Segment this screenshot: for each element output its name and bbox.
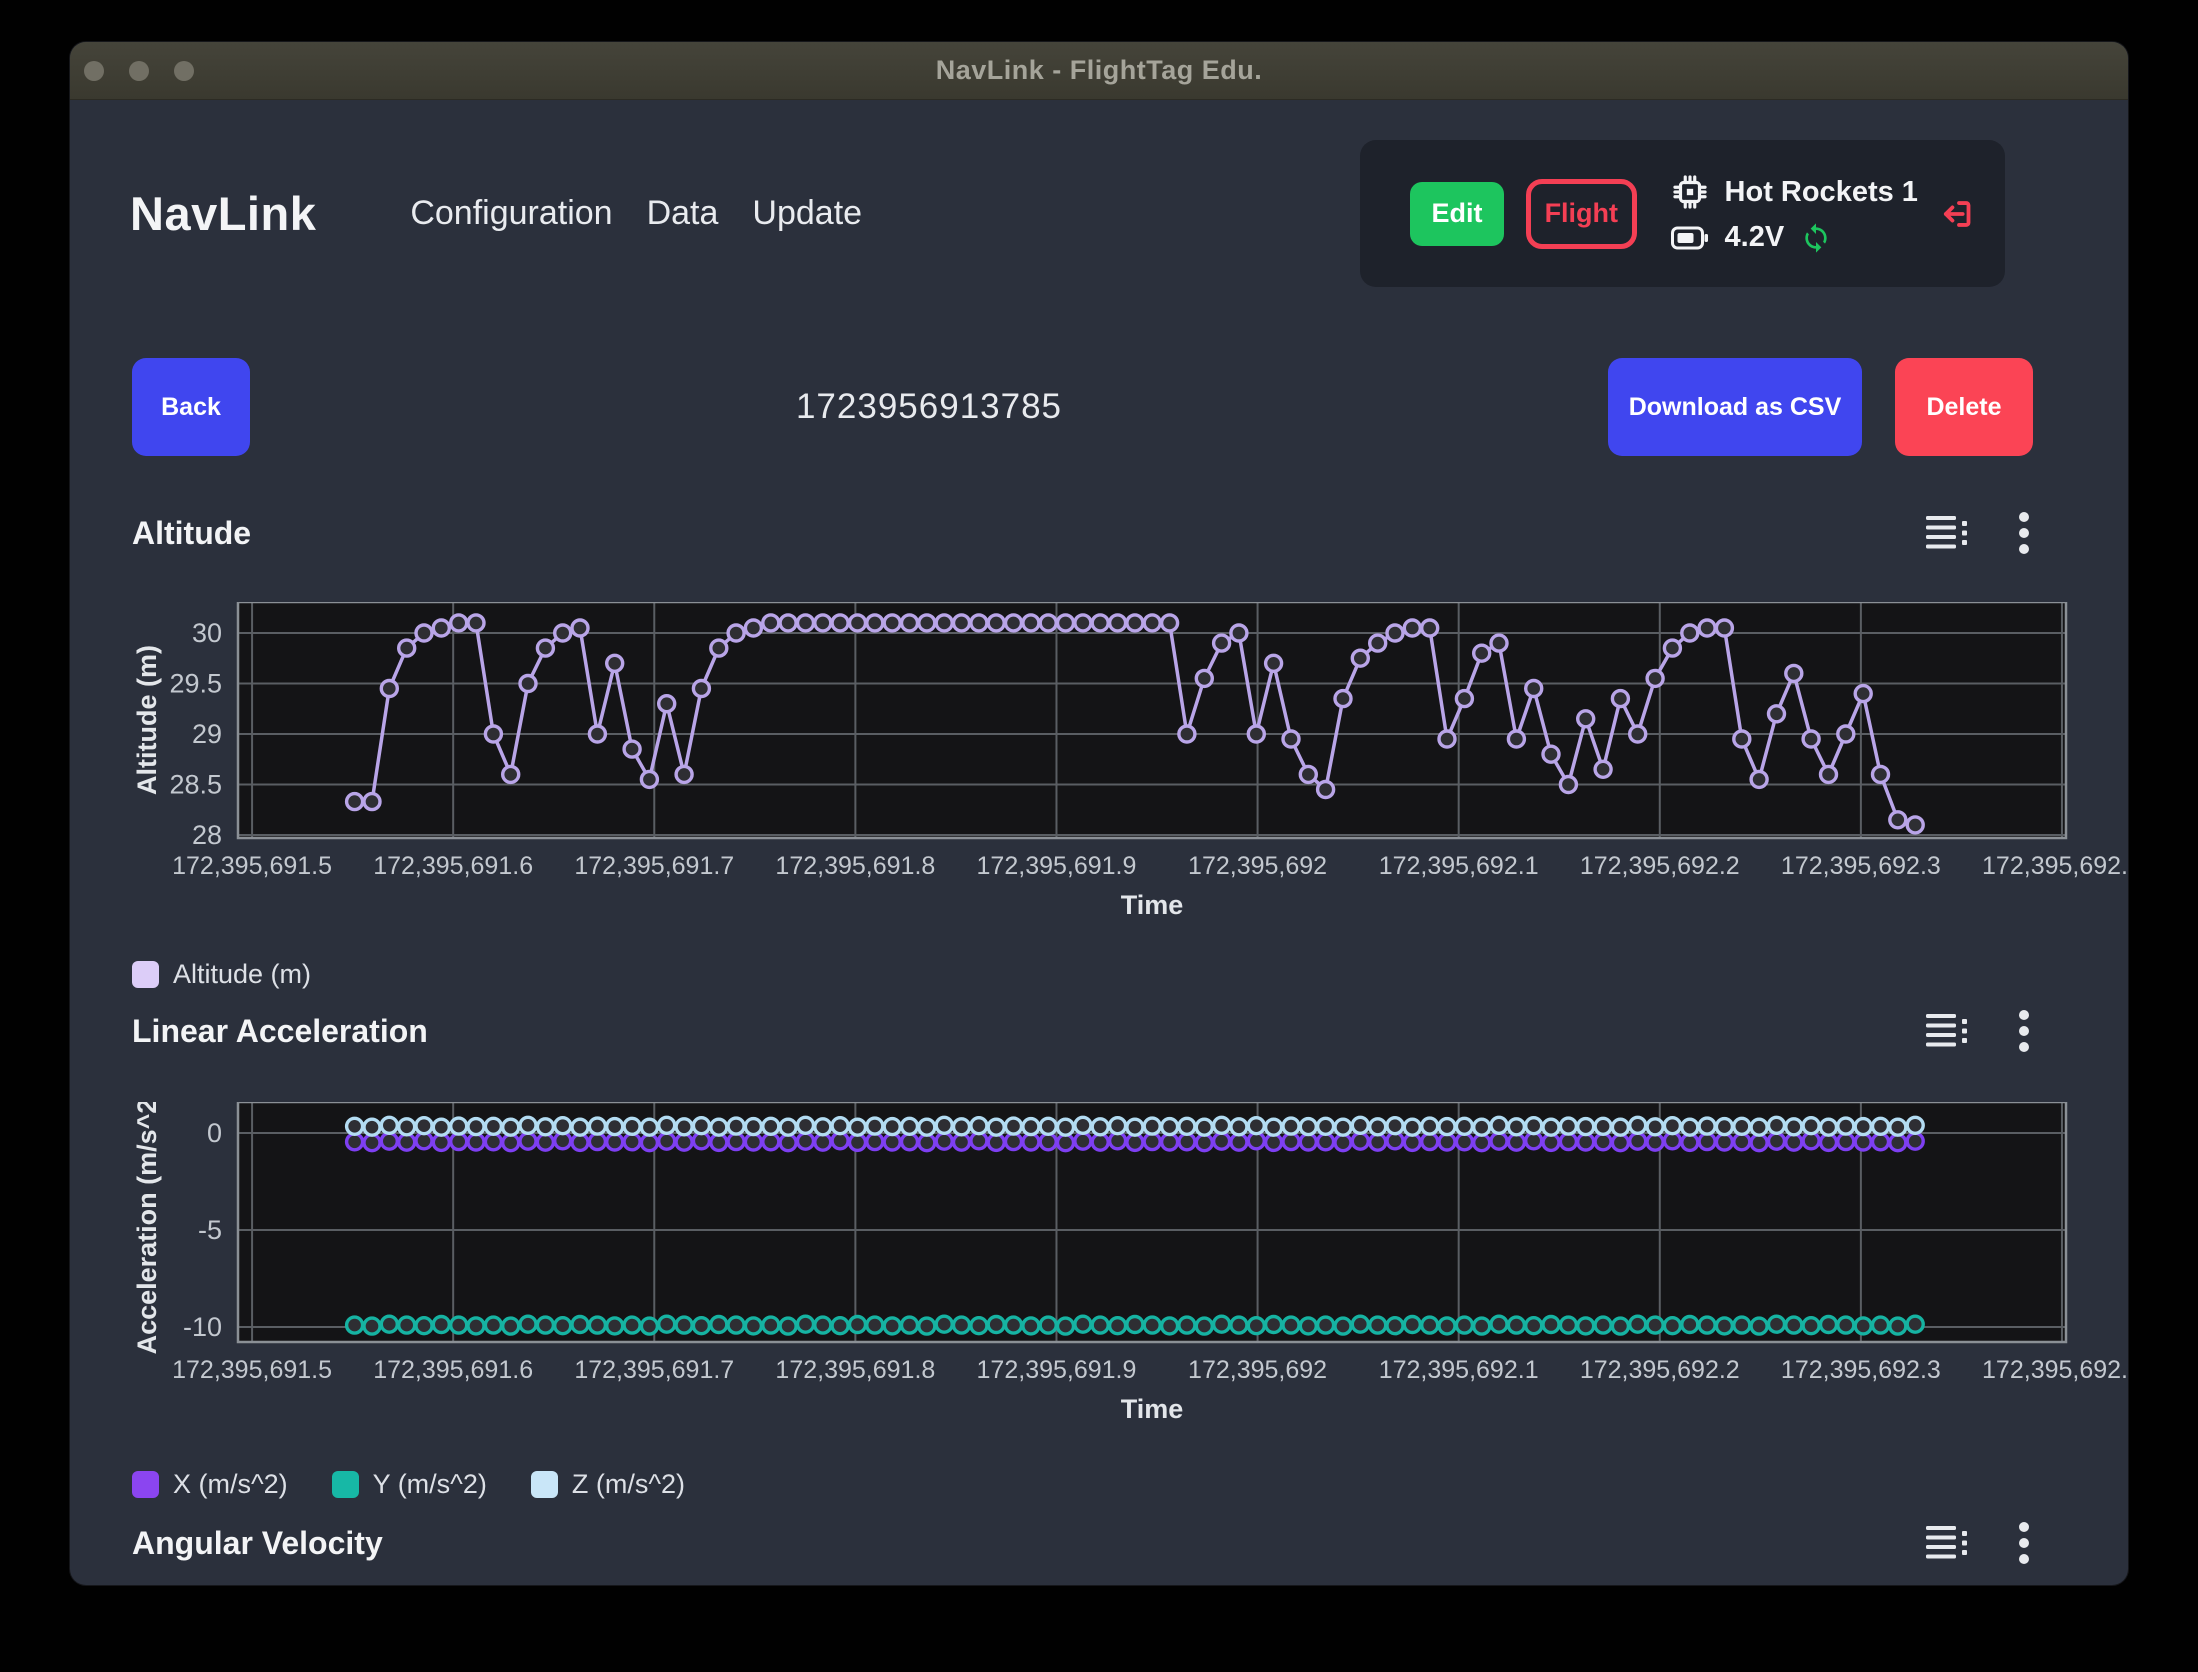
data-list-icon[interactable] bbox=[1926, 1525, 1970, 1561]
edit-button[interactable]: Edit bbox=[1410, 182, 1504, 246]
record-id: 1723956913785 bbox=[250, 387, 1608, 427]
svg-text:172,395,691.5: 172,395,691.5 bbox=[172, 852, 332, 880]
svg-text:172,395,691.7: 172,395,691.7 bbox=[574, 1356, 734, 1384]
angular-velocity-section-header: Angular Velocity bbox=[132, 1522, 2030, 1564]
flight-button[interactable]: Flight bbox=[1526, 179, 1636, 249]
linear-acceleration-chart[interactable]: 172,395,691.5 172,395,691.6 172,395,691.7 1… bbox=[130, 1102, 2128, 1434]
device-status-panel: Edit Flight Hot Rockets 1 bbox=[1360, 140, 2005, 287]
svg-text:172,395,692: 172,395,692 bbox=[1188, 852, 1327, 880]
download-csv-button[interactable]: Download as CSV bbox=[1608, 358, 1862, 456]
accel-y-swatch-icon bbox=[332, 1471, 359, 1498]
altitude-legend: Altitude (m) bbox=[132, 958, 311, 990]
app-window: NavLink - FlightTag Edu. NavLink Configu… bbox=[70, 42, 2128, 1585]
svg-text:172,395,691.7: 172,395,691.7 bbox=[574, 852, 734, 880]
kebab-menu-icon[interactable] bbox=[2018, 511, 2030, 555]
svg-text:172,395,691.9: 172,395,691.9 bbox=[977, 1356, 1137, 1384]
linear-acceleration-section-title: Linear Acceleration bbox=[132, 1013, 428, 1050]
disconnect-icon[interactable] bbox=[1940, 192, 1975, 236]
linear-acceleration-chart-actions bbox=[1926, 1009, 2030, 1053]
battery-voltage: 4.2V bbox=[1725, 221, 1785, 254]
legend-item-altitude[interactable]: Altitude (m) bbox=[132, 959, 311, 990]
svg-text:Time: Time bbox=[1121, 890, 1184, 920]
altitude-chart[interactable]: 172,395,691.5 172,395,691.6 172,395,691.7 1… bbox=[130, 602, 2128, 934]
svg-text:172,395,692.1: 172,395,692.1 bbox=[1379, 852, 1539, 880]
nav-item-configuration[interactable]: Configuration bbox=[410, 194, 612, 233]
window-controls bbox=[84, 42, 194, 100]
back-button[interactable]: Back bbox=[132, 358, 250, 456]
svg-text:Acceleration (m/s^2): Acceleration (m/s^2) bbox=[132, 1102, 162, 1354]
record-toolbar: Back 1723956913785 Download as CSV Delet… bbox=[132, 358, 2033, 456]
svg-text:172,395,691.6: 172,395,691.6 bbox=[373, 1356, 533, 1384]
svg-text:172,395,692: 172,395,692 bbox=[1188, 1356, 1327, 1384]
svg-text:29: 29 bbox=[192, 719, 222, 749]
svg-text:Altitude (m): Altitude (m) bbox=[132, 645, 162, 795]
svg-text:28: 28 bbox=[192, 820, 222, 850]
battery-row: 4.2V bbox=[1671, 221, 1918, 254]
sync-icon[interactable] bbox=[1800, 222, 1832, 254]
device-name: Hot Rockets 1 bbox=[1725, 176, 1918, 209]
delete-button[interactable]: Delete bbox=[1895, 358, 2033, 456]
accel-z-swatch-icon bbox=[531, 1471, 558, 1498]
linear-acceleration-section-header: Linear Acceleration bbox=[132, 1010, 2030, 1052]
svg-text:172,395,692.2: 172,395,692.2 bbox=[1580, 852, 1740, 880]
svg-text:172,395,691.8: 172,395,691.8 bbox=[775, 1356, 935, 1384]
main-nav: Configuration Data Update bbox=[410, 194, 862, 233]
window-title: NavLink - FlightTag Edu. bbox=[936, 55, 1263, 86]
kebab-menu-icon[interactable] bbox=[2018, 1009, 2030, 1053]
svg-text:-5: -5 bbox=[198, 1215, 222, 1245]
svg-text:30: 30 bbox=[192, 618, 222, 648]
kebab-menu-icon[interactable] bbox=[2018, 1521, 2030, 1565]
altitude-swatch-icon bbox=[132, 961, 159, 988]
window-zoom-icon[interactable] bbox=[174, 61, 194, 81]
angular-velocity-chart-actions bbox=[1926, 1521, 2030, 1565]
chip-icon bbox=[1671, 173, 1709, 211]
screen: NavLink - FlightTag Edu. NavLink Configu… bbox=[0, 0, 2198, 1672]
nav-item-update[interactable]: Update bbox=[752, 194, 862, 233]
svg-text:172,395,692.3: 172,395,692.3 bbox=[1781, 852, 1941, 880]
svg-text:172,395,692.2: 172,395,692.2 bbox=[1580, 1356, 1740, 1384]
svg-text:172,395,692.3: 172,395,692.3 bbox=[1781, 1356, 1941, 1384]
altitude-section-title: Altitude bbox=[132, 515, 251, 552]
svg-text:172,395,691.5: 172,395,691.5 bbox=[172, 1356, 332, 1384]
window-minimize-icon[interactable] bbox=[129, 61, 149, 81]
svg-text:-10: -10 bbox=[183, 1312, 222, 1342]
altitude-chart-actions bbox=[1926, 511, 2030, 555]
svg-text:172,395,691.9: 172,395,691.9 bbox=[977, 852, 1137, 880]
data-list-icon[interactable] bbox=[1926, 1013, 1970, 1049]
svg-text:28.5: 28.5 bbox=[169, 769, 222, 799]
window-titlebar: NavLink - FlightTag Edu. bbox=[70, 42, 2128, 100]
linear-acceleration-legend: X (m/s^2) Y (m/s^2) Z (m/s^2) bbox=[132, 1468, 685, 1500]
device-name-row: Hot Rockets 1 bbox=[1671, 173, 1918, 211]
legend-item-accel-y[interactable]: Y (m/s^2) bbox=[332, 1469, 487, 1500]
accel-x-swatch-icon bbox=[132, 1471, 159, 1498]
svg-text:0: 0 bbox=[207, 1118, 222, 1148]
svg-text:172,395,691.8: 172,395,691.8 bbox=[775, 852, 935, 880]
legend-item-accel-x[interactable]: X (m/s^2) bbox=[132, 1469, 288, 1500]
nav-item-data[interactable]: Data bbox=[647, 194, 719, 233]
altitude-section-header: Altitude bbox=[132, 512, 2030, 554]
legend-item-accel-z[interactable]: Z (m/s^2) bbox=[531, 1469, 685, 1500]
data-list-icon[interactable] bbox=[1926, 515, 1970, 551]
battery-icon bbox=[1671, 225, 1709, 251]
svg-text:Time: Time bbox=[1121, 1394, 1184, 1424]
brand-logo: NavLink bbox=[130, 186, 316, 241]
svg-text:172,395,692.1: 172,395,692.1 bbox=[1379, 1356, 1539, 1384]
device-status: Hot Rockets 1 4.2V bbox=[1671, 173, 1918, 254]
window-close-icon[interactable] bbox=[84, 61, 104, 81]
svg-text:29.5: 29.5 bbox=[169, 668, 222, 698]
svg-text:172,395,692.4: 172,395,692.4 bbox=[1982, 1356, 2128, 1384]
svg-text:172,395,692.4: 172,395,692.4 bbox=[1982, 852, 2128, 880]
app-header: NavLink Configuration Data Update Edit F… bbox=[130, 140, 2005, 287]
svg-text:172,395,691.6: 172,395,691.6 bbox=[373, 852, 533, 880]
angular-velocity-section-title: Angular Velocity bbox=[132, 1525, 383, 1562]
